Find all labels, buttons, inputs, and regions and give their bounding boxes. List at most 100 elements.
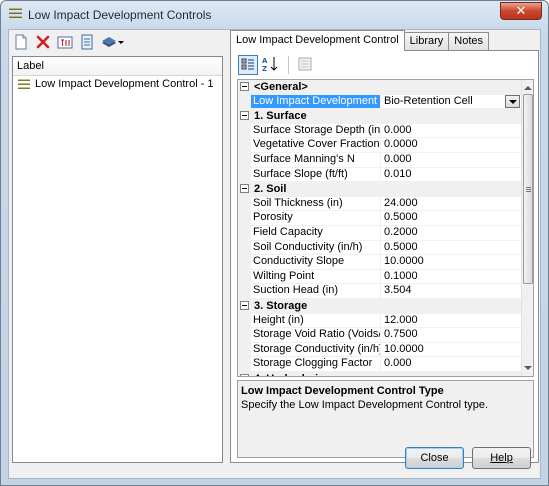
toolbar-separator [288, 56, 289, 74]
tab-notes[interactable]: Notes [448, 32, 490, 50]
property-name[interactable]: Wilting Point [251, 269, 381, 285]
title-bar[interactable]: Low Impact Development Controls ✕ [1, 1, 548, 29]
collapse-minus-icon[interactable] [238, 182, 251, 197]
property-row[interactable]: Surface Storage Depth (in) 0.000 [238, 123, 533, 139]
close-x-icon: ✕ [515, 3, 527, 18]
category-label: 3. Storage [251, 298, 533, 314]
property-value[interactable]: 0.7500 [381, 328, 533, 343]
property-name[interactable]: Vegetative Cover Fraction [251, 138, 381, 153]
property-value-text: 0.5000 [384, 240, 418, 253]
rename-icon[interactable] [57, 34, 73, 50]
property-row[interactable]: Storage Void Ratio (Voids/Sc 0.7500 [238, 328, 533, 343]
scroll-thumb[interactable] [523, 94, 533, 284]
property-name[interactable]: Conductivity Slope [251, 255, 381, 270]
property-row[interactable]: Low Impact Development Co Bio-Retention C… [238, 94, 533, 110]
category-row[interactable]: 2. Soil [238, 182, 533, 197]
new-document-icon[interactable] [13, 34, 29, 50]
category-label: 1. Surface [251, 109, 533, 124]
property-row[interactable]: Suction Head (in) 3.504 [238, 284, 533, 299]
property-value-text: 0.000 [384, 123, 412, 136]
property-value[interactable]: 0.1000 [381, 269, 533, 285]
property-value[interactable]: 0.2000 [381, 225, 533, 241]
lid-app-icon [9, 8, 22, 21]
property-value-text: 0.000 [384, 357, 412, 370]
category-row[interactable]: 1. Surface [238, 109, 533, 124]
window-close-button[interactable]: ✕ [500, 2, 542, 20]
close-button[interactable]: Close [405, 447, 464, 469]
alphabetical-icon[interactable]: AZ [261, 55, 281, 75]
property-row[interactable]: Vegetative Cover Fraction 0.0000 [238, 138, 533, 153]
property-row[interactable]: Surface Slope (ft/ft) 0.010 [238, 167, 533, 183]
property-name[interactable]: Field Capacity [251, 225, 381, 241]
property-value[interactable]: 3.504 [381, 284, 533, 299]
property-value[interactable]: 0.5000 [381, 240, 533, 256]
help-title: Low Impact Development Control Type [241, 385, 444, 397]
property-name[interactable]: Surface Manning's N [251, 152, 381, 168]
list-column-header[interactable]: Label [13, 57, 222, 76]
row-gutter [238, 94, 251, 110]
category-row[interactable]: 4. Underdrain [238, 371, 533, 376]
property-name[interactable]: Soil Thickness (in) [251, 196, 381, 212]
scroll-down-arrow-icon[interactable] [522, 362, 533, 374]
category-row[interactable]: <General> [238, 80, 533, 95]
property-value[interactable]: 10.0000 [381, 342, 533, 358]
property-value[interactable]: Bio-Retention Cell [381, 94, 533, 110]
property-row[interactable]: Storage Conductivity (in/h) 10.0000 [238, 342, 533, 358]
layers-dropdown-icon[interactable] [101, 34, 125, 50]
svg-text:A: A [262, 57, 268, 65]
property-name[interactable]: Height (in) [251, 313, 381, 329]
scroll-up-arrow-icon[interactable] [522, 82, 533, 94]
property-value-text: 0.7500 [384, 328, 418, 341]
property-value[interactable]: 0.000 [381, 357, 533, 372]
property-value[interactable]: 0.0000 [381, 138, 533, 153]
collapse-minus-icon[interactable] [238, 298, 251, 314]
category-row[interactable]: 3. Storage [238, 298, 533, 314]
property-pages-icon[interactable] [296, 55, 316, 75]
property-name[interactable]: Storage Void Ratio (Voids/Sc [251, 328, 381, 343]
property-value-text: 10.0000 [384, 342, 424, 355]
help-button[interactable]: Help [472, 447, 531, 469]
property-value[interactable]: 0.000 [381, 152, 533, 168]
property-row[interactable]: Soil Conductivity (in/h) 0.5000 [238, 240, 533, 256]
property-name[interactable]: Suction Head (in) [251, 284, 381, 299]
property-name[interactable]: Soil Conductivity (in/h) [251, 240, 381, 256]
property-row[interactable]: Field Capacity 0.2000 [238, 225, 533, 241]
property-value[interactable]: 0.5000 [381, 211, 533, 226]
row-gutter [238, 225, 251, 241]
property-name[interactable]: Surface Slope (ft/ft) [251, 167, 381, 183]
tab-library[interactable]: Library [403, 32, 450, 50]
dropdown-arrow-icon[interactable] [505, 94, 520, 108]
row-gutter [238, 138, 251, 153]
property-row[interactable]: Wilting Point 0.1000 [238, 269, 533, 285]
property-value-text: 0.000 [384, 152, 412, 165]
delete-icon[interactable] [35, 34, 51, 50]
property-row[interactable]: Conductivity Slope 10.0000 [238, 255, 533, 270]
property-value[interactable]: 12.000 [381, 313, 533, 329]
collapse-minus-icon[interactable] [238, 371, 251, 376]
property-grid-scrollbar[interactable] [521, 80, 533, 376]
property-value[interactable]: 0.010 [381, 167, 533, 183]
property-name[interactable]: Porosity [251, 211, 381, 226]
properties-icon[interactable] [79, 34, 95, 50]
property-name[interactable]: Storage Conductivity (in/h) [251, 342, 381, 358]
property-row[interactable]: Storage Clogging Factor 0.000 [238, 357, 533, 372]
property-value[interactable]: 0.000 [381, 123, 533, 139]
collapse-minus-icon[interactable] [238, 109, 251, 124]
property-value[interactable]: 10.0000 [381, 255, 533, 270]
control-list[interactable]: Label Low Impact Development Control - 1 [12, 56, 223, 463]
category-label: <General> [251, 80, 533, 95]
property-row[interactable]: Soil Thickness (in) 24.000 [238, 196, 533, 212]
property-row[interactable]: Surface Manning's N 0.000 [238, 152, 533, 168]
tab-lid-control[interactable]: Low Impact Development Control [230, 30, 405, 51]
categorized-icon[interactable] [238, 55, 258, 75]
list-item[interactable]: Low Impact Development Control - 1 [13, 76, 222, 93]
property-row[interactable]: Porosity 0.5000 [238, 211, 533, 226]
property-grid[interactable]: <General> Low Impact Development Co Bio-Re… [237, 79, 534, 377]
property-value[interactable]: 24.000 [381, 196, 533, 212]
collapse-minus-icon[interactable] [238, 80, 251, 95]
property-name[interactable]: Surface Storage Depth (in) [251, 123, 381, 139]
property-name[interactable]: Storage Clogging Factor [251, 357, 381, 372]
property-row[interactable]: Height (in) 12.000 [238, 313, 533, 329]
window-title: Low Impact Development Controls [28, 8, 212, 22]
property-name[interactable]: Low Impact Development Co [251, 94, 381, 110]
